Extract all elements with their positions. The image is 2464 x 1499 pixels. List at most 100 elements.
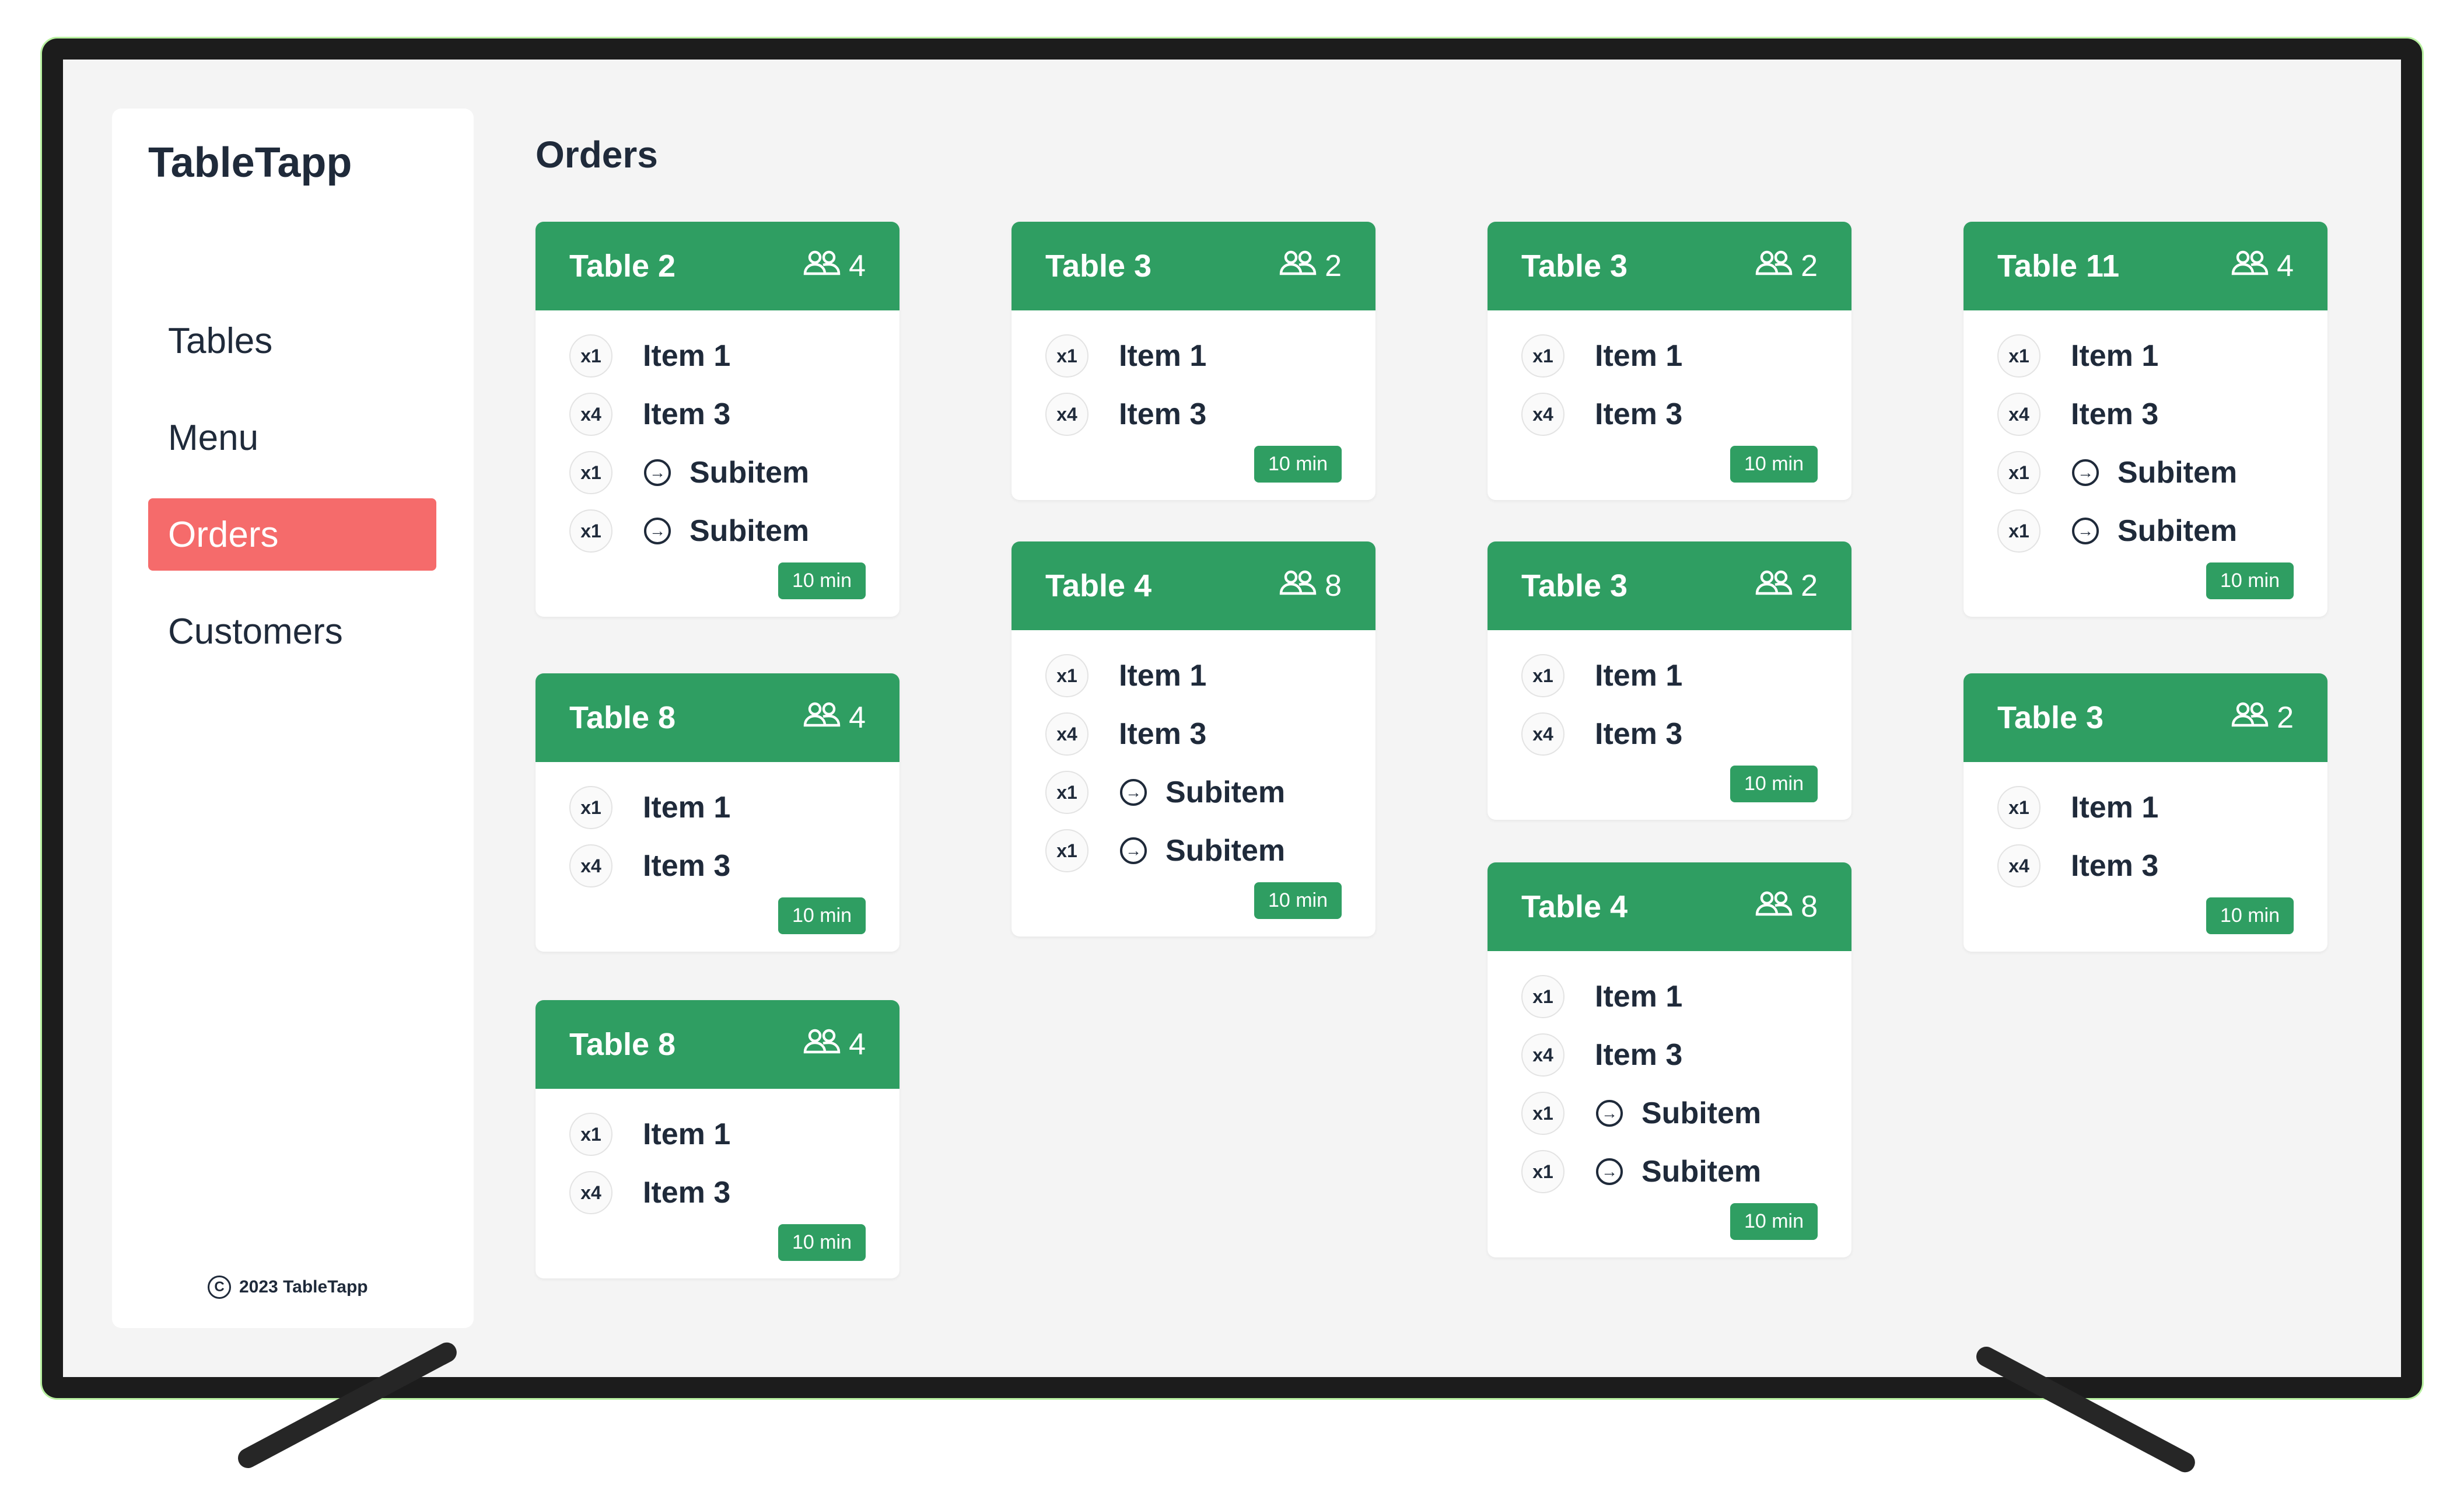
item-row: x1 Item 1 — [1045, 327, 1342, 385]
arrow-circle-right-icon: → — [2072, 518, 2099, 544]
order-card-header: Table 3 2 — [1012, 222, 1376, 310]
quantity-badge: x4 — [1997, 393, 2041, 436]
guest-count: 8 — [1755, 889, 1818, 924]
guest-count: 2 — [1755, 568, 1818, 603]
sidebar: TableTapp Tables Menu Orders Customers C… — [112, 109, 474, 1328]
nav-item-customers[interactable]: Customers — [148, 595, 436, 668]
item-row: x1 Item 1 — [1997, 327, 2294, 385]
people-icon — [2231, 249, 2269, 284]
table-name: Table 4 — [1521, 889, 1628, 924]
item-name: Item 3 — [1119, 717, 1207, 751]
table-name: Table 4 — [1045, 568, 1152, 603]
order-card-body: x1 Item 1 x4 Item 3 10 min — [1488, 630, 1852, 820]
subitem-name: Subitem — [2118, 456, 2238, 490]
guest-number: 4 — [2277, 249, 2294, 283]
item-name: Item 3 — [1595, 717, 1683, 751]
item-row: x1 Item 1 — [569, 1105, 866, 1163]
guest-number: 8 — [1801, 890, 1818, 924]
order-card[interactable]: Table 3 2 x1 Item 1 x4 Item 3 10 min — [1488, 541, 1852, 820]
guest-number: 2 — [1801, 249, 1818, 283]
arrow-circle-right-icon: → — [2072, 459, 2099, 486]
item-row: x4 Item 3 — [1045, 385, 1342, 443]
order-card-body: x1 Item 1 x4 Item 3 10 min — [1488, 310, 1852, 500]
people-icon — [1755, 568, 1793, 603]
guest-count: 4 — [803, 249, 866, 284]
people-icon — [1279, 568, 1317, 603]
nav-item-tables[interactable]: Tables — [148, 305, 436, 377]
quantity-badge: x4 — [569, 393, 612, 436]
copyright-icon: C — [208, 1276, 231, 1299]
quantity-badge: x4 — [1521, 393, 1564, 436]
page-title: Orders — [536, 134, 658, 176]
order-card[interactable]: Table 3 2 x1 Item 1 x4 Item 3 10 min — [1488, 222, 1852, 500]
subitem-name: Subitem — [1166, 775, 1286, 809]
item-row: x1 Item 1 — [569, 778, 866, 837]
order-card[interactable]: Table 4 8 x1 Item 1 x4 Item 3 x1 → Subitem x1 → Sub… — [1488, 862, 1852, 1257]
subitem-name: Subitem — [1642, 1155, 1762, 1189]
subitem-name: Subitem — [690, 456, 810, 490]
subitem-name: Subitem — [1642, 1096, 1762, 1130]
item-name: Item 3 — [1595, 397, 1683, 431]
item-row: x4 Item 3 — [1997, 385, 2294, 443]
order-card[interactable]: Table 2 4 x1 Item 1 x4 Item 3 x1 → Subitem x1 → Sub… — [536, 222, 900, 617]
subitem-row: x1 → Subitem — [569, 502, 866, 560]
item-row: x1 Item 1 — [1521, 327, 1818, 385]
time-badge: 10 min — [1730, 446, 1818, 483]
people-icon — [2231, 700, 2269, 735]
item-name: Item 1 — [643, 339, 731, 373]
order-card-body: x1 Item 1 x4 Item 3 x1 → Subitem x1 → Subitem 10 m… — [536, 310, 900, 617]
item-name: Item 1 — [1595, 339, 1683, 373]
quantity-badge: x1 — [569, 451, 612, 494]
subitem-row: x1 → Subitem — [1997, 502, 2294, 560]
item-row: x4 Item 3 — [1997, 837, 2294, 895]
time-badge: 10 min — [2206, 562, 2294, 599]
arrow-circle-right-icon: → — [644, 518, 671, 544]
item-name: Item 1 — [643, 1117, 731, 1151]
item-row: x4 Item 3 — [1045, 705, 1342, 763]
item-name: Item 1 — [2071, 339, 2159, 373]
time-badge: 10 min — [1254, 446, 1342, 483]
arrow-circle-right-icon: → — [1120, 779, 1147, 806]
order-card[interactable]: Table 11 4 x1 Item 1 x4 Item 3 x1 → Subitem x1 → Su… — [1964, 222, 2328, 617]
guest-number: 2 — [2277, 701, 2294, 735]
nav-item-orders[interactable]: Orders — [148, 498, 436, 571]
quantity-badge: x1 — [1997, 334, 2041, 378]
quantity-badge: x4 — [1045, 712, 1088, 756]
guest-count: 8 — [1279, 568, 1342, 603]
time-badge: 10 min — [778, 1224, 866, 1261]
guest-number: 8 — [1325, 569, 1342, 603]
guest-count: 2 — [1279, 249, 1342, 284]
item-row: x1 Item 1 — [1045, 647, 1342, 705]
time-badge: 10 min — [778, 562, 866, 599]
order-card[interactable]: Table 8 4 x1 Item 1 x4 Item 3 10 min — [536, 673, 900, 952]
order-card-body: x1 Item 1 x4 Item 3 10 min — [1964, 762, 2328, 952]
order-card[interactable]: Table 4 8 x1 Item 1 x4 Item 3 x1 → Subitem x1 → Sub… — [1012, 541, 1376, 937]
order-card-body: x1 Item 1 x4 Item 3 10 min — [536, 1089, 900, 1278]
item-name: Item 1 — [1119, 339, 1207, 373]
item-name: Item 3 — [1119, 397, 1207, 431]
quantity-badge: x4 — [569, 1171, 612, 1214]
time-badge: 10 min — [1730, 1203, 1818, 1240]
table-name: Table 8 — [569, 1027, 676, 1062]
order-card[interactable]: Table 8 4 x1 Item 1 x4 Item 3 10 min — [536, 1000, 900, 1278]
order-card[interactable]: Table 3 2 x1 Item 1 x4 Item 3 10 min — [1964, 673, 2328, 952]
brand-title: TableTapp — [148, 139, 352, 186]
item-row: x4 Item 3 — [569, 837, 866, 895]
time-badge: 10 min — [1254, 882, 1342, 919]
footer: C 2023 TableTapp — [208, 1276, 368, 1299]
quantity-badge: x1 — [1521, 1092, 1564, 1135]
table-name: Table 11 — [1997, 249, 2120, 284]
nav-item-menu[interactable]: Menu — [148, 401, 436, 474]
order-card-header: Table 3 2 — [1964, 673, 2328, 762]
item-row: x1 Item 1 — [1997, 778, 2294, 837]
order-card-header: Table 11 4 — [1964, 222, 2328, 310]
table-name: Table 8 — [569, 700, 676, 735]
quantity-badge: x1 — [1045, 334, 1088, 378]
time-badge: 10 min — [778, 897, 866, 934]
quantity-badge: x4 — [1045, 393, 1088, 436]
order-card-header: Table 2 4 — [536, 222, 900, 310]
subitem-row: x1 → Subitem — [569, 443, 866, 502]
order-card[interactable]: Table 3 2 x1 Item 1 x4 Item 3 10 min — [1012, 222, 1376, 500]
item-name: Item 1 — [1595, 659, 1683, 693]
arrow-circle-right-icon: → — [644, 459, 671, 486]
